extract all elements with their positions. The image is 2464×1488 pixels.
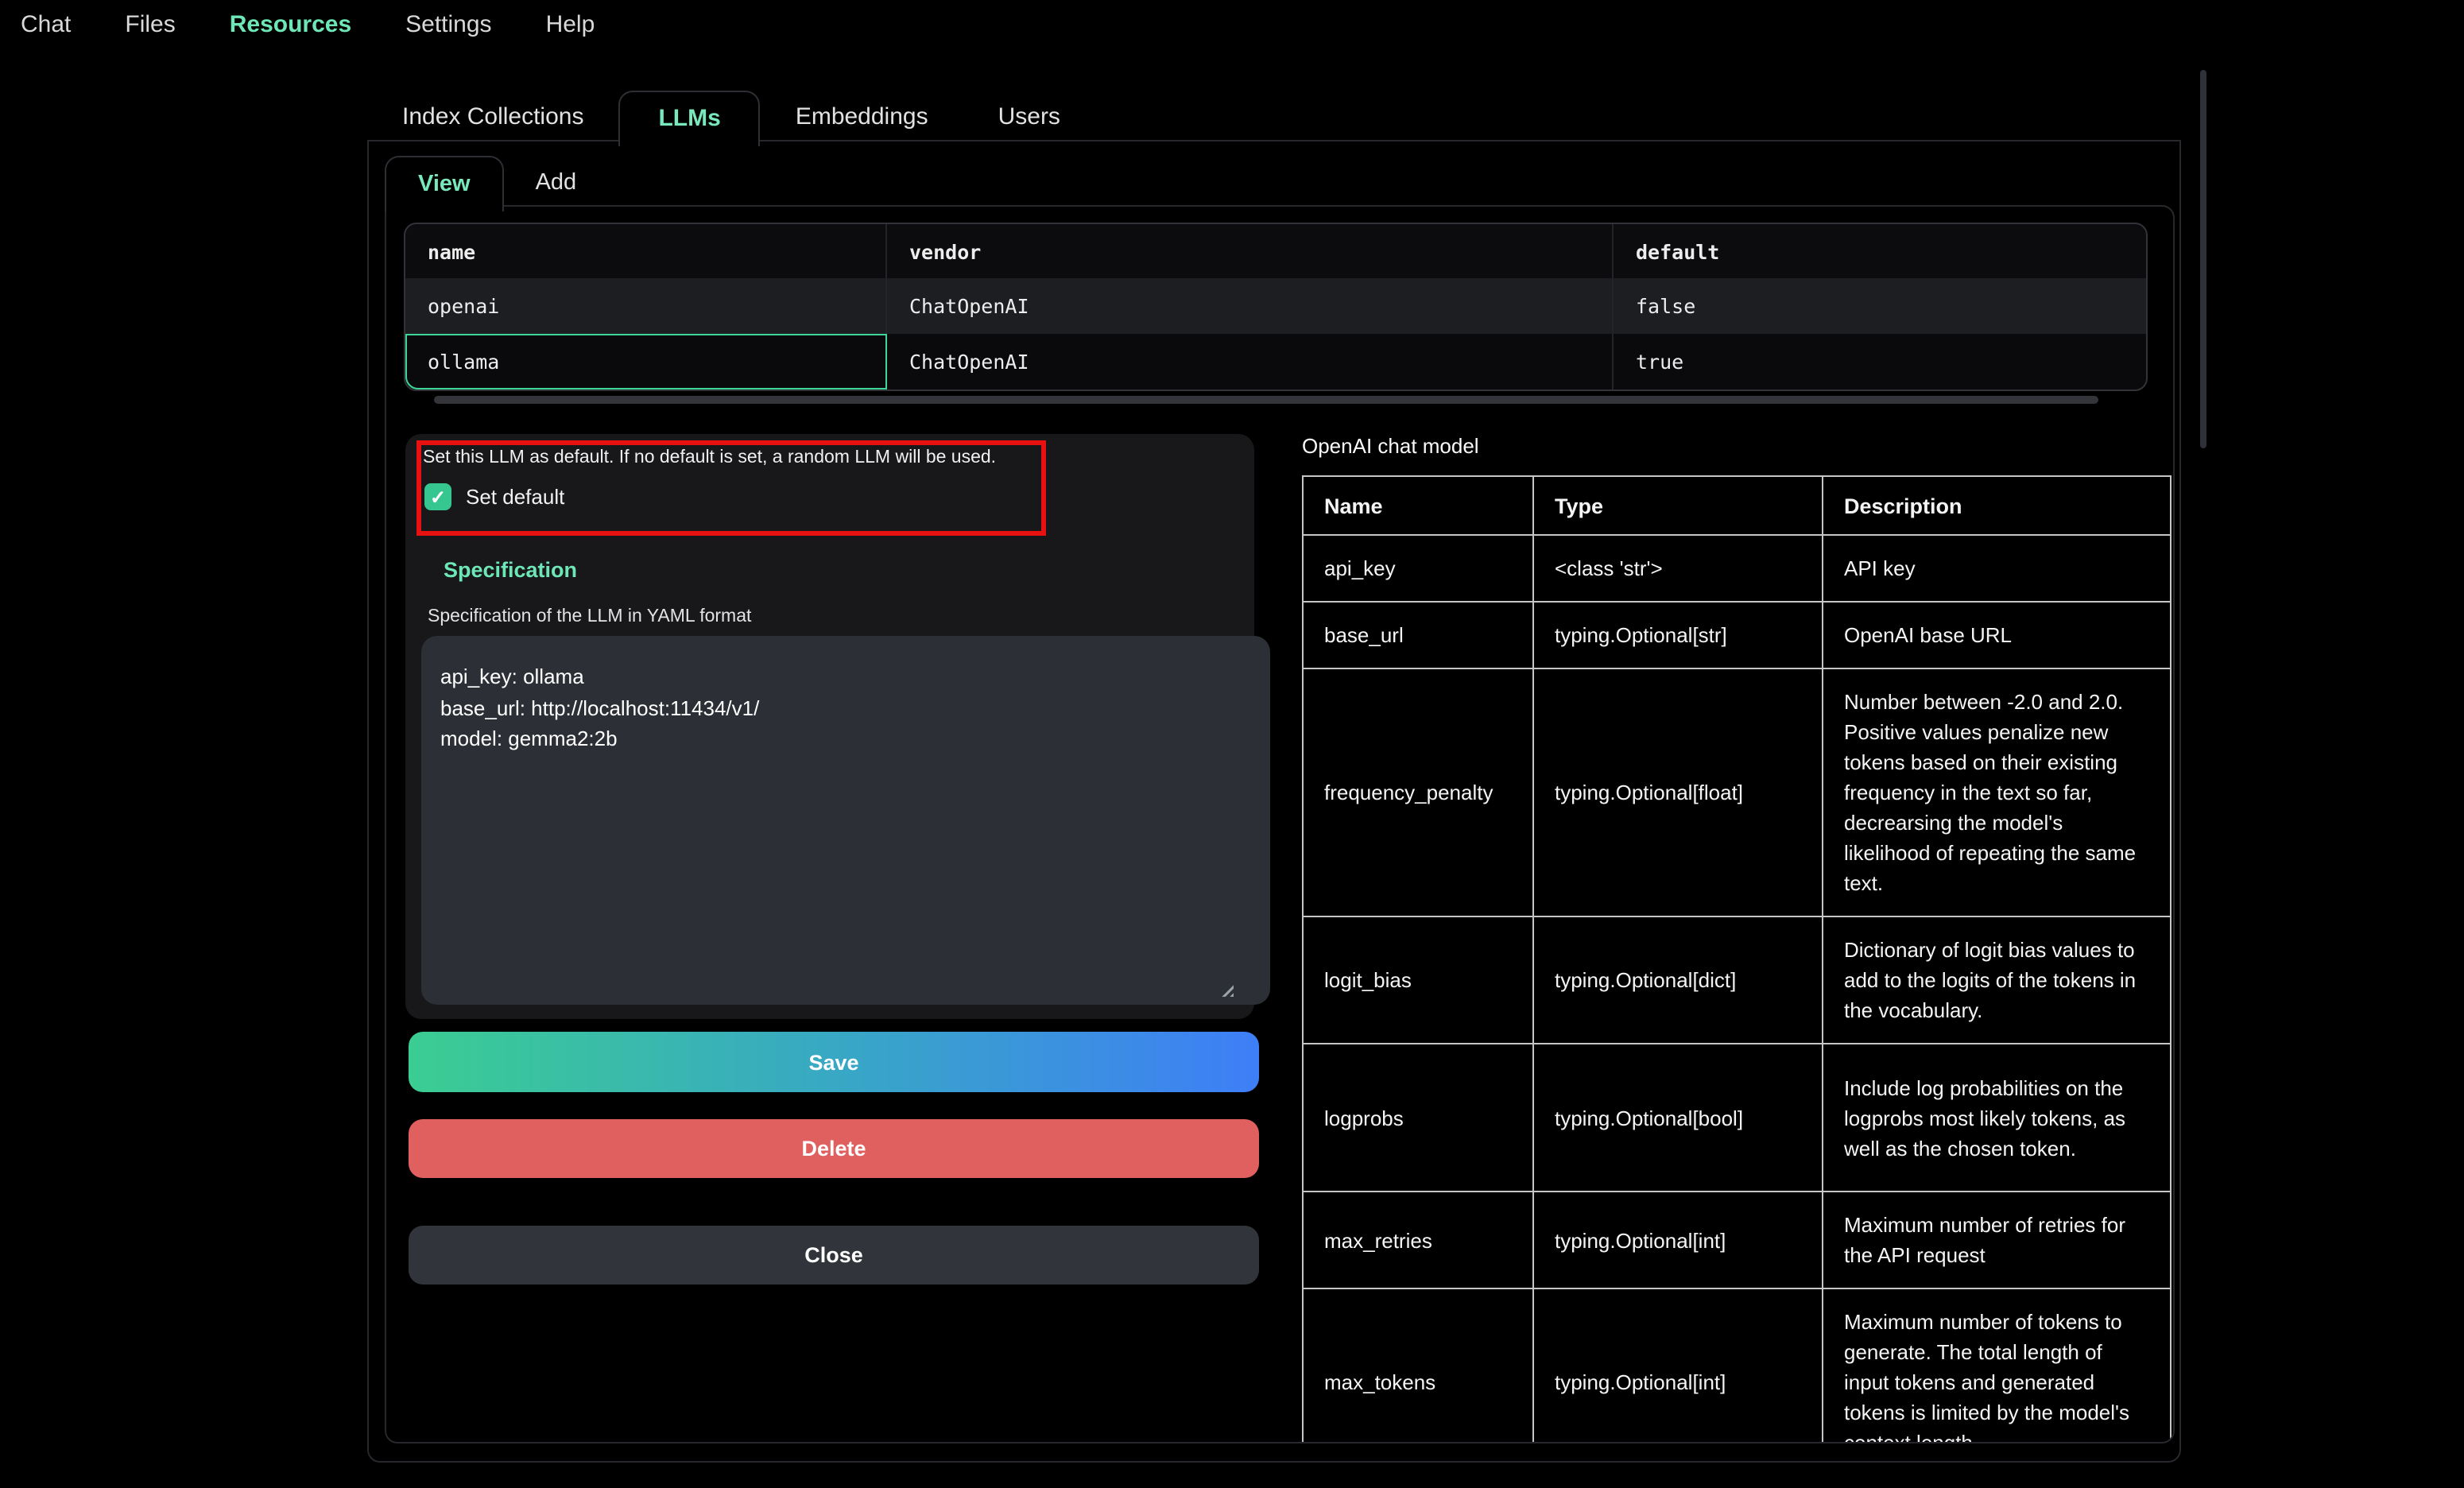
param-description: Dictionary of logit bias values to add t… (1823, 916, 2171, 1044)
view-panel: name vendor default openai ChatOpenAI fa… (385, 205, 2175, 1443)
param-description: Include log probabilities on the logprob… (1823, 1044, 2171, 1192)
tab-llms[interactable]: LLMs (618, 90, 760, 145)
tab-embeddings[interactable]: Embeddings (761, 90, 963, 142)
param-name: max_retries (1303, 1192, 1533, 1288)
model-row: max_tokens typing.Optional[int] Maximum … (1303, 1288, 2171, 1443)
param-type: typing.Optional[float] (1533, 668, 1823, 916)
cell-default[interactable]: false (1614, 278, 2146, 334)
model-row: max_retries typing.Optional[int] Maximum… (1303, 1192, 2171, 1288)
model-row: api_key <class 'str'> API key (1303, 535, 2171, 602)
model-col-type: Type (1533, 476, 1823, 535)
nav-item-files[interactable]: Files (125, 11, 175, 38)
nav-item-chat[interactable]: Chat (21, 11, 71, 38)
tab-index-collections[interactable]: Index Collections (367, 90, 618, 142)
specification-heading: Specification (444, 558, 577, 582)
llm-list-table: name vendor default openai ChatOpenAI fa… (404, 223, 2148, 391)
cell-name[interactable]: openai (405, 278, 887, 334)
delete-button[interactable]: Delete (409, 1119, 1259, 1178)
model-table-header: Name Type Description (1303, 476, 2171, 535)
model-col-description: Description (1823, 476, 2171, 535)
subtab-add[interactable]: Add (504, 156, 609, 210)
llm-col-name: name (405, 224, 887, 278)
close-button[interactable]: Close (409, 1226, 1259, 1285)
param-description: Number between -2.0 and 2.0. Positive va… (1823, 668, 2171, 916)
llms-subtabs: View Add (385, 156, 608, 210)
nav-item-settings[interactable]: Settings (405, 11, 491, 38)
set-default-checkbox[interactable]: ✓ (424, 483, 451, 510)
param-type: <class 'str'> (1533, 535, 1823, 602)
specification-caption: Specification of the LLM in YAML format (428, 607, 751, 626)
model-info-table: Name Type Description api_key <class 'st… (1302, 475, 2171, 1443)
table-horizontal-scrollbar[interactable] (434, 396, 2098, 404)
cell-default[interactable]: true (1614, 334, 2146, 389)
param-description: Maximum number of retries for the API re… (1823, 1192, 2171, 1288)
param-name: frequency_penalty (1303, 668, 1533, 916)
param-name: base_url (1303, 602, 1533, 668)
param-type: typing.Optional[dict] (1533, 916, 1823, 1044)
param-type: typing.Optional[bool] (1533, 1044, 1823, 1192)
llm-table-header: name vendor default (405, 224, 2146, 278)
llms-panel: View Add name vendor default openai Chat… (367, 140, 2181, 1463)
param-name: max_tokens (1303, 1288, 1533, 1443)
param-description: OpenAI base URL (1823, 602, 2171, 668)
llm-detail-panel: Set this LLM as default. If no default i… (405, 434, 1254, 1019)
llm-col-vendor: vendor (887, 224, 1614, 278)
param-type: typing.Optional[int] (1533, 1288, 1823, 1443)
model-col-name: Name (1303, 476, 1533, 535)
param-description: Maximum number of tokens to generate. Th… (1823, 1288, 2171, 1443)
tab-users[interactable]: Users (963, 90, 1095, 142)
default-note-text: Set this LLM as default. If no default i… (423, 448, 1024, 467)
nav-item-help[interactable]: Help (546, 11, 595, 38)
model-row: logit_bias typing.Optional[dict] Diction… (1303, 916, 2171, 1044)
model-row: logprobs typing.Optional[bool] Include l… (1303, 1044, 2171, 1192)
table-row-selected[interactable]: ollama ChatOpenAI true (405, 334, 2146, 389)
resource-tabs: Index Collections LLMs Embeddings Users (367, 91, 1095, 141)
param-description: API key (1823, 535, 2171, 602)
param-name: logit_bias (1303, 916, 1533, 1044)
nav-item-resources[interactable]: Resources (230, 11, 351, 38)
cell-vendor[interactable]: ChatOpenAI (887, 334, 1614, 389)
set-default-row: ✓ Set default (424, 483, 564, 510)
subtab-view[interactable]: View (385, 156, 504, 211)
set-default-label: Set default (466, 485, 564, 509)
param-type: typing.Optional[str] (1533, 602, 1823, 668)
save-button[interactable]: Save (409, 1032, 1259, 1092)
page-vertical-scrollbar[interactable] (2200, 70, 2206, 448)
param-type: typing.Optional[int] (1533, 1192, 1823, 1288)
param-name: api_key (1303, 535, 1533, 602)
yaml-spec-textarea[interactable]: api_key: ollama base_url: http://localho… (421, 636, 1270, 1005)
llm-col-default: default (1614, 224, 2146, 278)
top-nav: Chat Files Resources Settings Help (0, 0, 2464, 49)
checkmark-icon: ✓ (430, 486, 446, 508)
table-row[interactable]: openai ChatOpenAI false (405, 278, 2146, 334)
cell-name[interactable]: ollama (405, 334, 887, 389)
cell-vendor[interactable]: ChatOpenAI (887, 278, 1614, 334)
param-name: logprobs (1303, 1044, 1533, 1192)
model-row: base_url typing.Optional[str] OpenAI bas… (1303, 602, 2171, 668)
app-root: Chat Files Resources Settings Help Index… (0, 0, 2464, 1488)
model-info-title: OpenAI chat model (1302, 434, 1479, 458)
model-row: frequency_penalty typing.Optional[float]… (1303, 668, 2171, 916)
